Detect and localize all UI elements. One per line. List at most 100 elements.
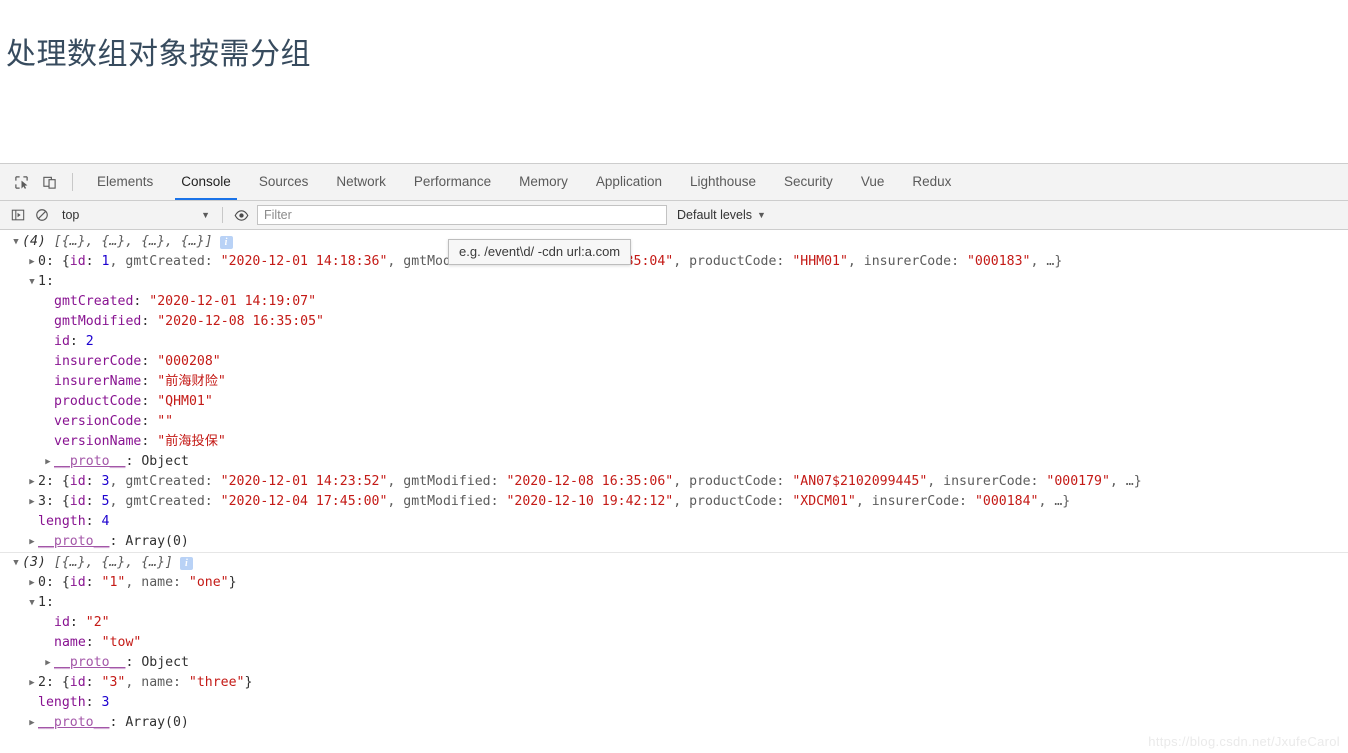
row-indent-spacer xyxy=(42,412,54,432)
tab-network[interactable]: Network xyxy=(322,164,400,200)
log-levels-select[interactable]: Default levels ▼ xyxy=(677,208,766,222)
console-property-row[interactable]: insurerCode: "000208" xyxy=(0,352,1348,372)
console-property-row[interactable]: name: "tow" xyxy=(0,633,1348,653)
row-indent-spacer xyxy=(42,432,54,452)
console-token: : xyxy=(141,414,158,429)
console-token: 0: { xyxy=(38,575,70,590)
disclosure-triangle-icon[interactable]: ▼ xyxy=(10,553,22,573)
tab-redux[interactable]: Redux xyxy=(898,164,965,200)
disclosure-triangle-icon[interactable]: ▼ xyxy=(10,232,22,252)
device-toolbar-icon[interactable] xyxy=(36,169,62,195)
console-group: ▼ (4) [{…}, {…}, {…}, {…}] i ▶ 0: {id: 1, gm… xyxy=(0,232,1348,552)
disclosure-triangle-icon[interactable]: ▶ xyxy=(26,573,38,593)
console-property-row[interactable]: gmtCreated: "2020-12-01 14:19:07" xyxy=(0,292,1348,312)
disclosure-triangle-icon[interactable]: ▼ xyxy=(26,593,38,613)
console-token: , insurerCode: xyxy=(847,254,967,269)
console-property-row[interactable]: ▶ 2: {id: "3", name: "three"} xyxy=(0,673,1348,693)
disclosure-triangle-icon[interactable]: ▶ xyxy=(26,492,38,512)
console-token: , gmtCreated: xyxy=(109,474,221,489)
array-preview: [{…}, {…}, {…}] xyxy=(53,555,173,570)
console-property-row[interactable]: id: 2 xyxy=(0,332,1348,352)
disclosure-triangle-icon[interactable]: ▼ xyxy=(26,272,38,292)
log-levels-label: Default levels xyxy=(677,208,753,222)
console-token: 3 xyxy=(101,695,110,710)
console-property-row[interactable]: gmtModified: "2020-12-08 16:35:05" xyxy=(0,312,1348,332)
console-token: : xyxy=(85,635,102,650)
console-token: 2: { xyxy=(38,474,70,489)
info-icon[interactable]: i xyxy=(179,556,193,570)
console-property-row[interactable]: ▼ 1: xyxy=(0,593,1348,613)
tab-performance[interactable]: Performance xyxy=(400,164,505,200)
console-token: gmtCreated xyxy=(54,294,134,309)
execution-context-value: top xyxy=(62,208,80,222)
disclosure-triangle-icon[interactable]: ▶ xyxy=(26,713,38,733)
console-property-row[interactable]: versionName: "前海投保" xyxy=(0,432,1348,452)
console-property-row[interactable]: ▶ 0: {id: 1, gmtCreated: "2020-12-01 14:1… xyxy=(0,252,1348,272)
console-token: : Array(0) xyxy=(109,715,189,730)
execution-context-select[interactable]: top ▼ xyxy=(54,205,216,226)
tab-console[interactable]: Console xyxy=(167,164,245,200)
console-token: "AN07$2102099445" xyxy=(792,474,928,489)
console-token: } xyxy=(228,575,237,590)
tab-elements[interactable]: Elements xyxy=(83,164,167,200)
console-token: __proto__ xyxy=(38,715,110,730)
console-property-row[interactable]: ▶ 3: {id: 5, gmtCreated: "2020-12-04 17:4… xyxy=(0,492,1348,512)
console-token: "000183" xyxy=(966,254,1031,269)
console-property-row[interactable]: versionCode: "" xyxy=(0,412,1348,432)
devtools-tabbar: Elements Console Sources Network Perform… xyxy=(0,164,1348,201)
disclosure-triangle-icon[interactable]: ▶ xyxy=(42,452,54,472)
console-property-row[interactable]: insurerName: "前海财险" xyxy=(0,372,1348,392)
console-property-row[interactable]: id: "2" xyxy=(0,613,1348,633)
console-token: "2020-12-01 14:18:36" xyxy=(220,254,388,269)
console-token: , productCode: xyxy=(673,494,793,509)
console-property-row[interactable]: productCode: "QHM01" xyxy=(0,392,1348,412)
console-token: "2020-12-08 16:35:05" xyxy=(157,314,324,329)
tab-application[interactable]: Application xyxy=(582,164,676,200)
disclosure-triangle-icon[interactable]: ▶ xyxy=(26,532,38,552)
console-output[interactable]: ▼ (4) [{…}, {…}, {…}, {…}] i ▶ 0: {id: 1, gm… xyxy=(0,230,1348,751)
tab-vue[interactable]: Vue xyxy=(847,164,899,200)
console-property-row[interactable]: ▶ __proto__: Object xyxy=(0,452,1348,472)
row-indent-spacer xyxy=(42,613,54,633)
console-toolbar-divider xyxy=(222,207,223,223)
console-token: "QHM01" xyxy=(157,394,213,409)
disclosure-triangle-icon[interactable]: ▶ xyxy=(26,472,38,492)
clear-console-icon[interactable] xyxy=(30,203,54,227)
disclosure-triangle-icon[interactable]: ▶ xyxy=(26,673,38,693)
disclosure-triangle-icon[interactable]: ▶ xyxy=(26,252,38,272)
info-icon[interactable]: i xyxy=(219,235,233,249)
console-property-row[interactable]: ▼ 1: xyxy=(0,272,1348,292)
tab-sources[interactable]: Sources xyxy=(245,164,323,200)
inspect-element-icon[interactable] xyxy=(8,169,34,195)
console-token: , insurerCode: xyxy=(855,494,975,509)
console-token: } xyxy=(244,675,253,690)
console-token: versionName xyxy=(54,434,142,449)
console-group-header[interactable]: ▼ (3) [{…}, {…}, {…}] i xyxy=(0,553,1348,573)
console-property-row[interactable]: length: 3 xyxy=(0,693,1348,713)
tab-security[interactable]: Security xyxy=(770,164,847,200)
row-indent-spacer xyxy=(26,693,38,713)
console-token: "3" xyxy=(101,675,126,690)
console-filter-input[interactable] xyxy=(257,205,667,225)
console-token: id xyxy=(69,575,86,590)
console-token: 1: xyxy=(38,595,54,610)
console-token: , gmtModified: xyxy=(387,474,507,489)
console-group-header[interactable]: ▼ (4) [{…}, {…}, {…}, {…}] i xyxy=(0,232,1348,252)
console-property-row[interactable]: ▶ 0: {id: "1", name: "one"} xyxy=(0,573,1348,593)
console-property-row[interactable]: ▶ __proto__: Array(0) xyxy=(0,532,1348,552)
console-property-row[interactable]: ▶ __proto__: Object xyxy=(0,653,1348,673)
console-property-row[interactable]: ▶ __proto__: Array(0) xyxy=(0,713,1348,733)
chevron-down-icon: ▼ xyxy=(201,209,210,220)
array-length-label: (4) xyxy=(22,234,54,249)
console-sidebar-icon[interactable] xyxy=(6,203,30,227)
console-token: 2: { xyxy=(38,675,70,690)
console-property-row[interactable]: ▶ 2: {id: 3, gmtCreated: "2020-12-01 14:2… xyxy=(0,472,1348,492)
console-token: : xyxy=(69,615,86,630)
tab-memory[interactable]: Memory xyxy=(505,164,582,200)
disclosure-triangle-icon[interactable]: ▶ xyxy=(42,653,54,673)
live-expression-icon[interactable] xyxy=(229,203,253,227)
row-indent-spacer xyxy=(42,372,54,392)
console-property-row[interactable]: length: 4 xyxy=(0,512,1348,532)
watermark-text: https://blog.csdn.net/JxufeCarol xyxy=(1148,734,1340,749)
tab-lighthouse[interactable]: Lighthouse xyxy=(676,164,770,200)
